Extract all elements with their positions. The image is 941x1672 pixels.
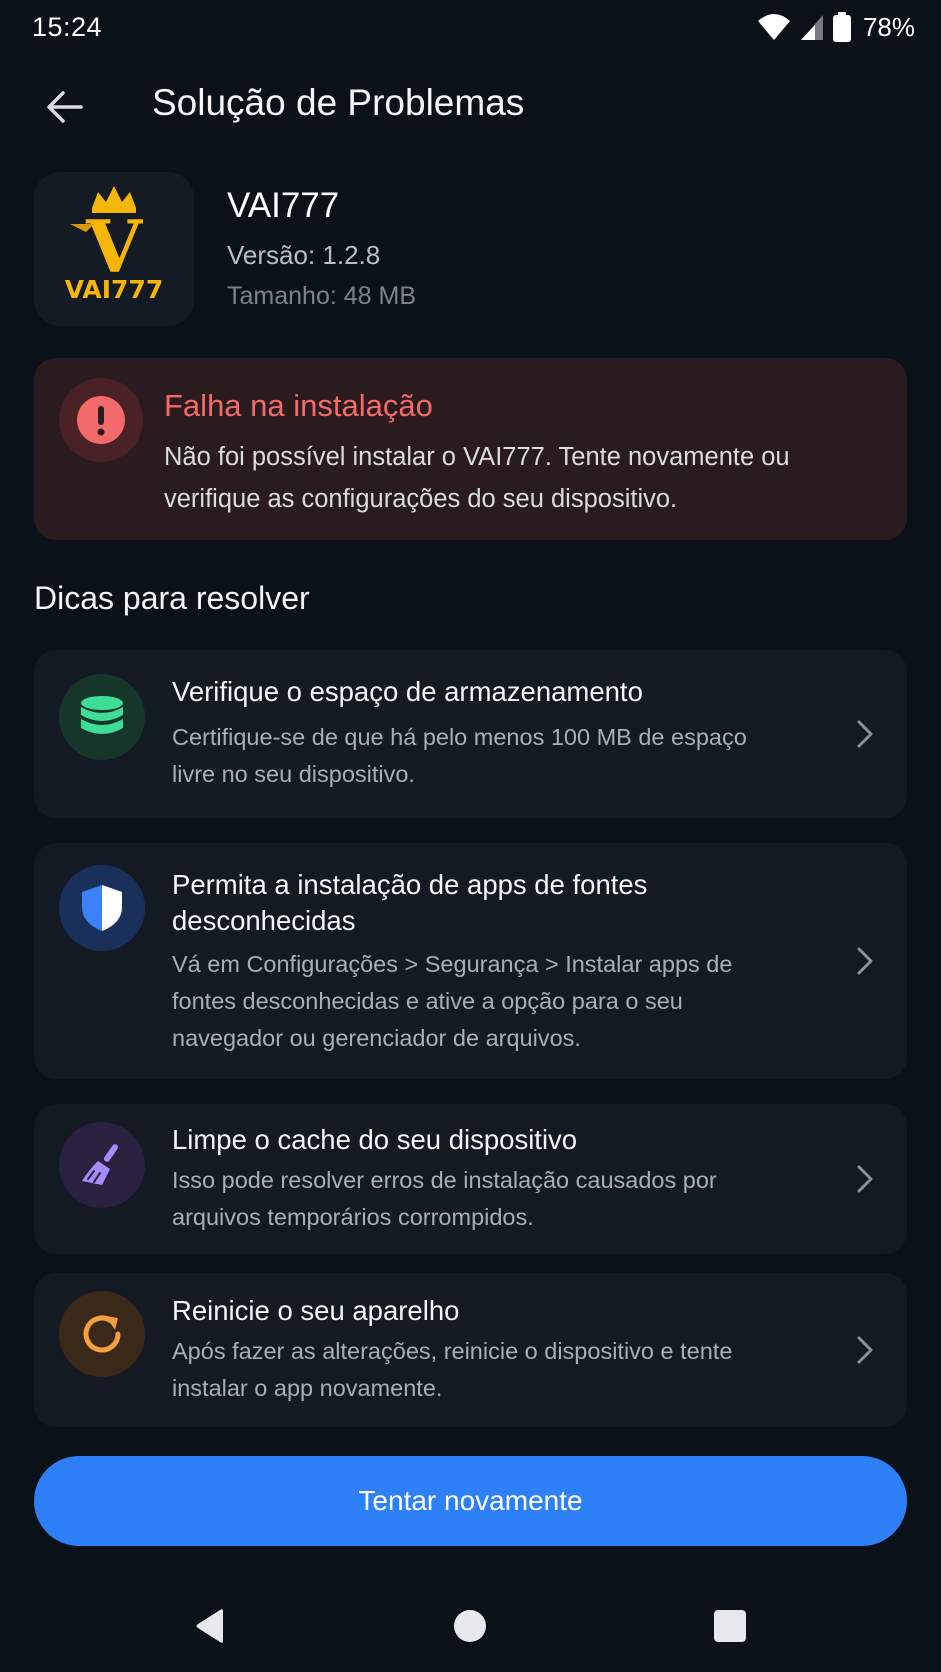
troubleshooting-screen: 15:24 78% Solução de Problemas V VAI777 … [0,0,941,1672]
arrow-left-icon [47,91,83,123]
battery-percentage: 78% [862,11,915,42]
chevron-right-icon [857,947,873,975]
app-name: VAI777 [227,186,340,225]
status-icons: 78% [757,12,915,42]
app-info: V VAI777 VAI777 Versão: 1.2.8 Tamanho: 4… [34,172,907,328]
chevron-right-icon [857,1336,873,1364]
error-card: Falha na instalação Não foi possível ins… [34,358,907,540]
tip-title: Verifique o espaço de armazenamento [172,676,643,707]
tip-card-clear-cache[interactable]: Limpe o cache do seu dispositivo Isso po… [34,1104,907,1254]
restart-icon [83,1315,121,1353]
signal-icon [799,13,825,41]
tip-card-unknown-sources[interactable]: Permita a instalação de apps de fontes d… [34,843,907,1079]
database-icon [81,696,123,734]
triangle-back-icon [196,1609,223,1643]
app-size: Tamanho: 48 MB [227,282,416,310]
app-logo: V VAI777 [34,172,194,326]
chevron-right-icon [857,1165,873,1193]
nav-recents-button[interactable] [700,1596,760,1656]
status-time: 15:24 [32,12,103,42]
error-title: Falha na instalação [164,388,433,423]
tip-icon-container [59,1122,145,1208]
page-title: Solução de Problemas [152,82,525,123]
tip-description: Isso pode resolver erros de instalação c… [172,1167,717,1230]
tip-description: Após fazer as alterações, reinicie o dis… [172,1338,733,1401]
shield-icon [82,885,122,931]
tip-title: Permita a instalação de apps de fontes d… [172,869,648,936]
broom-icon [82,1144,119,1185]
status-bar: 15:24 78% [0,0,941,56]
nav-back-button[interactable] [180,1596,240,1656]
alert-icon [77,396,125,444]
chevron-right-icon [857,720,873,748]
system-nav-bar [0,1582,941,1672]
tip-title: Limpe o cache do seu dispositivo [172,1124,578,1155]
logo-text: VAI777 [65,275,164,304]
tip-title: Reinicie o seu aparelho [172,1295,460,1326]
wifi-icon [757,13,791,41]
error-description: Não foi possível instalar o VAI777. Tent… [164,443,790,513]
tips-section-title: Dicas para resolver [34,580,310,616]
square-recents-icon [714,1610,746,1642]
tip-description: Certifique-se de que há pelo menos 100 M… [172,724,747,787]
tip-icon-container [59,1291,145,1377]
tip-description: Vá em Configurações > Segurança > Instal… [172,951,733,1051]
tip-icon-container [59,674,145,760]
tip-card-restart[interactable]: Reinicie o seu aparelho Após fazer as al… [34,1273,907,1427]
error-icon-container [59,378,143,462]
back-button[interactable] [40,82,90,132]
tip-icon-container [59,865,145,951]
tip-card-storage[interactable]: Verifique o espaço de armazenamento Cert… [34,650,907,818]
circle-home-icon [454,1610,486,1642]
app-bar: Solução de Problemas [0,70,941,140]
app-version: Versão: 1.2.8 [227,240,381,270]
battery-icon [832,12,851,42]
nav-home-button[interactable] [440,1596,500,1656]
retry-button[interactable]: Tentar novamente [34,1456,907,1546]
